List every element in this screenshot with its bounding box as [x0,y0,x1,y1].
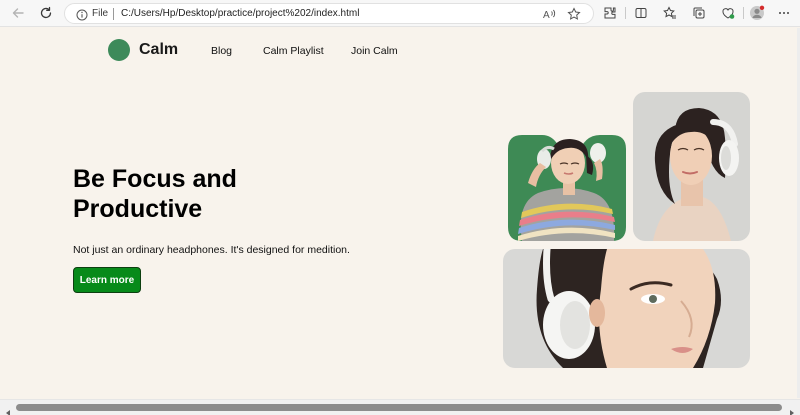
nav-link-calm-playlist[interactable]: Calm Playlist [263,45,324,57]
extensions-icon[interactable] [602,5,618,21]
horizontal-scrollbar[interactable] [0,399,800,415]
read-aloud-icon[interactable]: A [543,7,557,21]
page-content: Calm Blog Calm Playlist Join Calm Be Foc… [0,28,800,398]
more-icon[interactable] [776,5,792,21]
refresh-icon[interactable] [37,4,55,22]
address-bar[interactable]: File C:/Users/Hp/Desktop/practice/projec… [64,3,594,24]
hero-subtitle: Not just an ordinary headphones. It's de… [73,244,350,256]
scroll-right-arrow-icon[interactable] [788,404,796,415]
hero-title: Be Focus and Productive [73,165,237,223]
url-scheme-label: File [92,8,109,19]
toolbar-divider [625,7,626,19]
scroll-left-arrow-icon[interactable] [4,404,12,415]
back-arrow-icon[interactable] [9,4,27,22]
browser-essentials-icon[interactable] [720,5,736,21]
logo-mark [108,39,130,61]
nav-link-blog[interactable]: Blog [211,45,232,57]
collections-icon[interactable] [691,5,707,21]
url-separator [113,8,114,20]
headphones-photo-portrait [633,92,750,241]
favorite-star-icon[interactable] [567,7,581,21]
headphones-photo-closeup [503,249,750,368]
svg-text:A: A [543,10,550,21]
favorites-icon[interactable] [662,5,678,21]
split-screen-icon[interactable] [633,5,649,21]
learn-more-button[interactable]: Learn more [73,267,141,293]
logo-text[interactable]: Calm [139,41,178,59]
info-icon[interactable] [76,8,88,26]
browser-toolbar: File C:/Users/Hp/Desktop/practice/projec… [0,0,800,27]
horizontal-scrollbar-thumb[interactable] [16,404,782,411]
profile-icon[interactable] [749,5,765,21]
toolbar-divider [743,7,744,19]
url-text[interactable]: C:/Users/Hp/Desktop/practice/project%202… [121,8,359,19]
headphones-photo-sweater [508,135,626,241]
nav-link-join-calm[interactable]: Join Calm [351,45,398,57]
